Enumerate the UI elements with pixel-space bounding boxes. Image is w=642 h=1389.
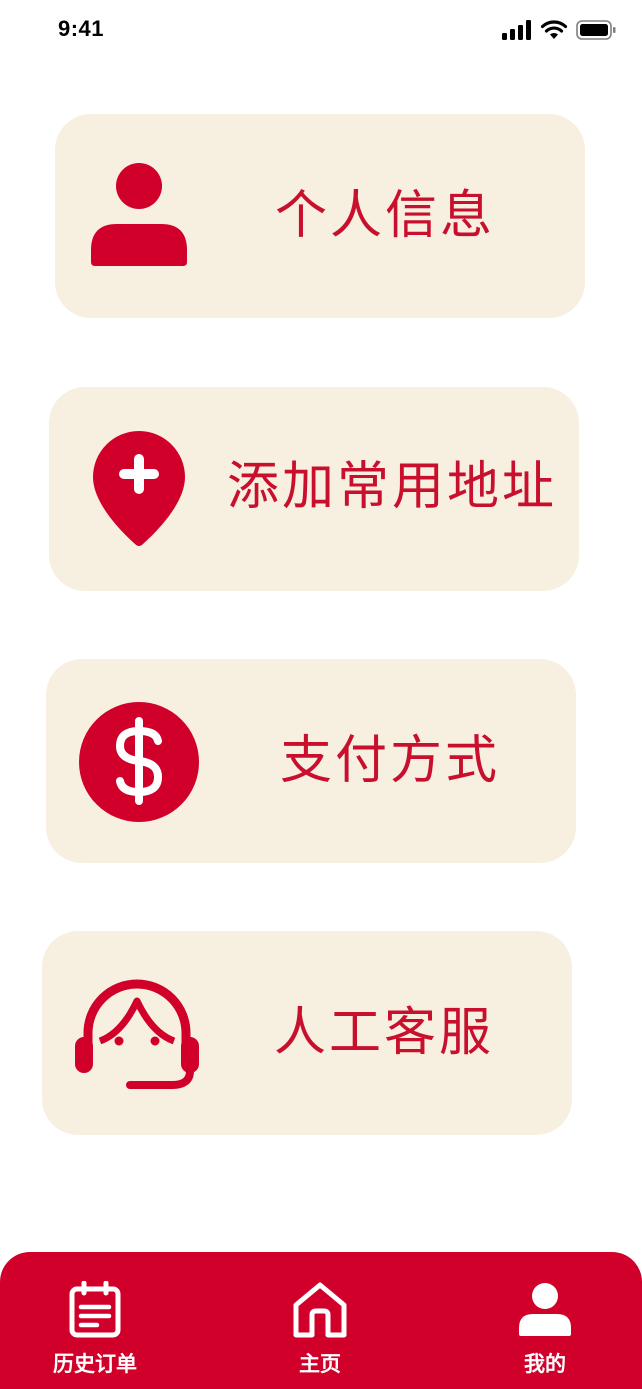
bottom-tab-bar: 历史订单 主页 我的 [0, 1252, 642, 1389]
customer-service-label: 人工客服 [274, 1003, 495, 1063]
add-address-card[interactable]: 添加常用地址 [49, 387, 579, 591]
personal-info-card[interactable]: 个人信息 [55, 114, 585, 318]
tab-order-history-label: 历史订单 [53, 1352, 137, 1376]
order-history-icon [68, 1280, 122, 1340]
battery-icon [576, 20, 616, 44]
signal-icon [502, 20, 532, 44]
payment-method-card[interactable]: 支付方式 [46, 659, 576, 863]
tab-mine[interactable]: 我的 [475, 1252, 615, 1389]
wifi-icon [540, 20, 568, 44]
tab-home-label: 主页 [299, 1352, 341, 1376]
location-plus-icon [91, 427, 187, 551]
person-icon [87, 162, 191, 270]
add-address-label: 添加常用地址 [227, 457, 558, 517]
personal-info-label: 个人信息 [275, 186, 496, 246]
payment-method-label: 支付方式 [280, 731, 501, 791]
tab-home[interactable]: 主页 [250, 1252, 390, 1389]
status-time: 9:41 [58, 16, 105, 41]
tab-order-history[interactable]: 历史订单 [25, 1252, 165, 1389]
dollar-circle-icon [78, 701, 200, 823]
tab-mine-label: 我的 [524, 1352, 566, 1376]
status-icons [502, 20, 616, 44]
customer-service-card[interactable]: 人工客服 [42, 931, 572, 1135]
status-bar: 9:41 [0, 0, 642, 60]
person-icon [517, 1280, 573, 1340]
headset-agent-icon [72, 975, 202, 1091]
home-icon [292, 1280, 348, 1340]
